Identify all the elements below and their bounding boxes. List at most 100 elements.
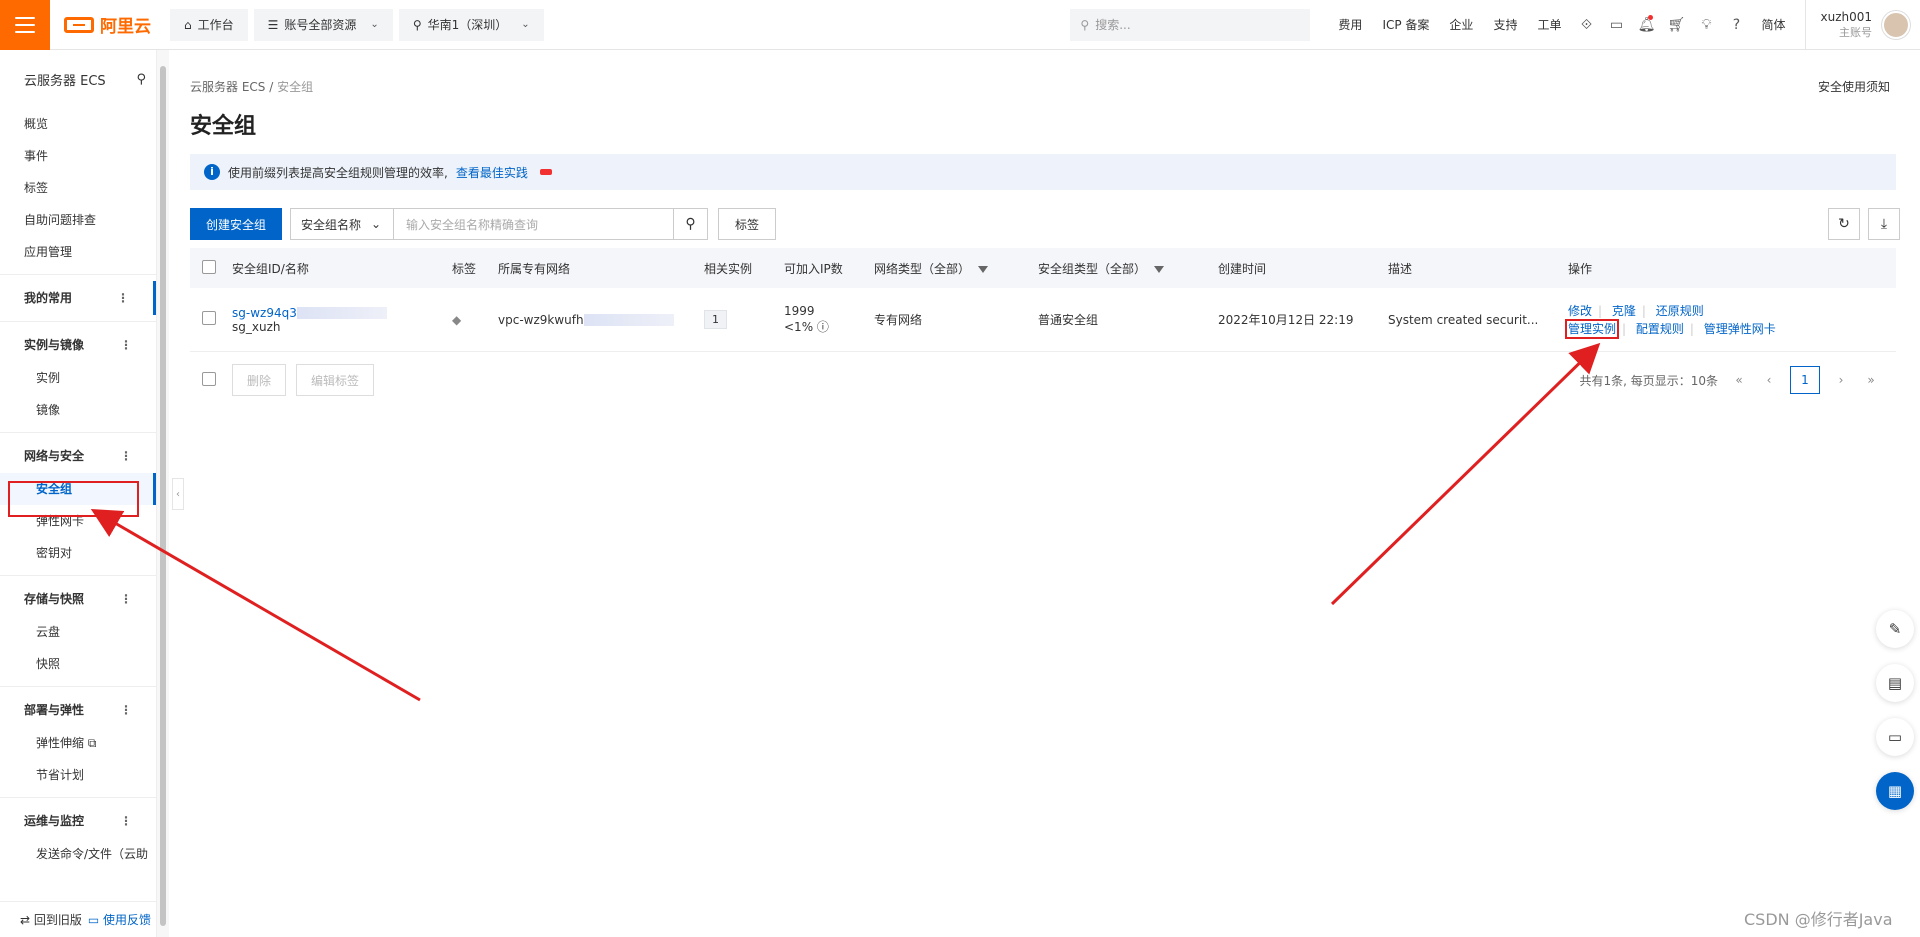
- tag-filter-button[interactable]: 标签: [718, 208, 777, 240]
- cart-icon[interactable]: 🛒︎: [1661, 17, 1691, 33]
- next-page-icon[interactable]: ›: [1832, 373, 1850, 387]
- menu-button[interactable]: [0, 0, 50, 50]
- help-icon[interactable]: ⓘ: [817, 320, 829, 334]
- apps-icon[interactable]: ▦: [1876, 772, 1914, 810]
- sidebar-item-snapshots[interactable]: 快照: [0, 648, 156, 680]
- filter-icon[interactable]: [978, 265, 989, 273]
- pagination-summary: 共有1条, 每页显示：10条: [1579, 373, 1718, 388]
- more-icon[interactable]: ⋮: [120, 328, 132, 362]
- sidebar-scrollbar[interactable]: [157, 50, 169, 937]
- enterprise-link[interactable]: 企业: [1439, 16, 1483, 33]
- sidebar-item-keypairs[interactable]: 密钥对: [0, 537, 156, 569]
- more-icon[interactable]: ⋮: [120, 804, 132, 838]
- instance-count-badge[interactable]: 1: [704, 310, 727, 329]
- sidebar-item-events[interactable]: 事件: [0, 140, 156, 172]
- sidebar-item-instances[interactable]: 实例: [0, 362, 156, 394]
- aliyun-logo[interactable]: 阿里云: [64, 12, 164, 37]
- search-field-select[interactable]: 安全组名称 ⌄: [290, 208, 395, 240]
- edit-tags-button[interactable]: 编辑标签: [296, 364, 375, 396]
- sg-type: 普通安全组: [1038, 313, 1099, 327]
- footer-select-checkbox[interactable]: [202, 371, 216, 386]
- security-group-id-link[interactable]: sg-wz94q3: [232, 306, 297, 320]
- row-checkbox[interactable]: [202, 311, 216, 325]
- language-switch[interactable]: 简体: [1751, 16, 1795, 33]
- sidebar-group-network-security[interactable]: 网络与安全 ⋮: [0, 439, 156, 473]
- create-security-group-button[interactable]: 创建安全组: [190, 208, 283, 240]
- sidebar-item-send-command[interactable]: 发送命令/文件（云助: [0, 838, 156, 870]
- more-icon[interactable]: ⋮: [117, 281, 129, 315]
- filter-icon[interactable]: [1154, 265, 1165, 273]
- sidebar-footer: ⇄ 回到旧版 ▭ 使用反馈: [0, 901, 157, 937]
- feedback-link[interactable]: ▭ 使用反馈: [88, 911, 151, 928]
- support-link[interactable]: 支持: [1483, 16, 1527, 33]
- manage-eni-action[interactable]: 管理弹性网卡: [1704, 322, 1776, 336]
- sidebar-item-tags[interactable]: 标签: [0, 172, 156, 204]
- restore-rules-action[interactable]: 还原规则: [1656, 304, 1704, 318]
- security-group-name: sg_xuzh: [232, 319, 281, 334]
- sidebar-group-ops-monitoring[interactable]: 运维与监控 ⋮: [0, 804, 156, 838]
- user-role: 主账号: [1839, 25, 1872, 39]
- code-icon[interactable]: ⟐: [1571, 17, 1601, 33]
- breadcrumb-ecs[interactable]: 云服务器 ECS: [190, 80, 265, 94]
- sidebar-item-savings-plan[interactable]: 节省计划: [0, 759, 156, 791]
- sidebar-group-favorites[interactable]: 我的常用 ⋮: [0, 281, 156, 315]
- download-button[interactable]: ⤓: [1868, 208, 1900, 240]
- sidebar-group-instances-images[interactable]: 实例与镜像 ⋮: [0, 328, 156, 362]
- edit-icon[interactable]: ✎: [1876, 610, 1914, 648]
- sidebar-item-app-management[interactable]: 应用管理: [0, 236, 156, 268]
- terminal-icon[interactable]: ▭: [1601, 17, 1631, 33]
- tag-icon[interactable]: ◆: [452, 313, 461, 327]
- table-footer: 删除 编辑标签 共有1条, 每页显示：10条 « ‹ 1 › »: [190, 352, 1896, 408]
- sidebar-item-troubleshoot[interactable]: 自助问题排查: [0, 204, 156, 236]
- back-to-old-version[interactable]: ⇄ 回到旧版: [20, 911, 82, 928]
- lightbulb-icon[interactable]: 💡︎: [1691, 17, 1721, 33]
- search-input[interactable]: 输入安全组名称精确查询: [394, 208, 675, 240]
- vpc-id: vpc-wz9kwufh: [498, 312, 584, 327]
- avatar[interactable]: [1882, 10, 1910, 39]
- icp-link[interactable]: ICP 备案: [1372, 16, 1439, 33]
- last-page-icon[interactable]: »: [1862, 373, 1880, 387]
- clone-action[interactable]: 克隆: [1612, 304, 1636, 318]
- book-icon[interactable]: ▤: [1876, 664, 1914, 702]
- ip-capacity: 1999: [784, 304, 815, 318]
- bell-icon[interactable]: 🔔︎: [1631, 14, 1661, 33]
- workbench-button[interactable]: ⌂ 工作台: [170, 8, 248, 41]
- username: xuzh001: [1820, 9, 1872, 24]
- configure-rules-action[interactable]: 配置规则: [1636, 322, 1684, 336]
- region-dropdown[interactable]: ⚲ 华南1（深圳） ⌄: [398, 8, 544, 41]
- best-practice-link[interactable]: 查看最佳实践: [456, 164, 528, 181]
- more-icon[interactable]: ⋮: [120, 693, 132, 727]
- search-icon[interactable]: ⚲: [136, 72, 146, 87]
- manage-instances-action[interactable]: 管理实例: [1564, 318, 1620, 339]
- sidebar-group-storage-snapshots[interactable]: 存储与快照 ⋮: [0, 582, 156, 616]
- collapse-sidebar-button[interactable]: ‹: [172, 478, 184, 510]
- feedback-icon: ▭: [87, 913, 103, 927]
- select-all-checkbox[interactable]: [202, 259, 216, 274]
- help-icon[interactable]: ?: [1721, 17, 1751, 33]
- sidebar-item-overview[interactable]: 概览: [0, 108, 156, 140]
- user-menu[interactable]: xuzh001 主账号: [1805, 0, 1920, 50]
- sidebar-item-autoscaling[interactable]: 弹性伸缩 ⧉: [0, 727, 156, 759]
- sidebar-item-disks[interactable]: 云盘: [0, 616, 156, 648]
- col-id-name: 安全组ID/名称: [232, 261, 309, 276]
- external-link-icon: ⧉: [87, 736, 97, 750]
- chat-icon[interactable]: ▭: [1876, 718, 1914, 756]
- sidebar-item-images[interactable]: 镜像: [0, 394, 156, 426]
- modify-action[interactable]: 修改: [1568, 304, 1592, 318]
- fees-link[interactable]: 费用: [1328, 16, 1372, 33]
- refresh-button[interactable]: ↻: [1828, 208, 1860, 240]
- search-button[interactable]: ⚲: [674, 208, 709, 240]
- more-icon[interactable]: ⋮: [120, 439, 132, 473]
- watermark: CSDN @修行者Java: [1744, 910, 1893, 929]
- security-notice-link[interactable]: 安全使用须知: [1818, 78, 1890, 94]
- page-1-button[interactable]: 1: [1790, 366, 1820, 394]
- ticket-link[interactable]: 工单: [1527, 16, 1571, 33]
- prev-page-icon[interactable]: ‹: [1760, 373, 1778, 387]
- account-resources-dropdown[interactable]: ☰ 账号全部资源 ⌄: [253, 8, 393, 41]
- sidebar-group-deploy-elastic[interactable]: 部署与弹性 ⋮: [0, 693, 156, 727]
- search-icon: ⚲: [1080, 17, 1090, 32]
- first-page-icon[interactable]: «: [1730, 373, 1748, 387]
- more-icon[interactable]: ⋮: [120, 582, 132, 616]
- global-search-input[interactable]: ⚲ 搜索...: [1070, 8, 1311, 41]
- delete-button[interactable]: 删除: [232, 364, 287, 396]
